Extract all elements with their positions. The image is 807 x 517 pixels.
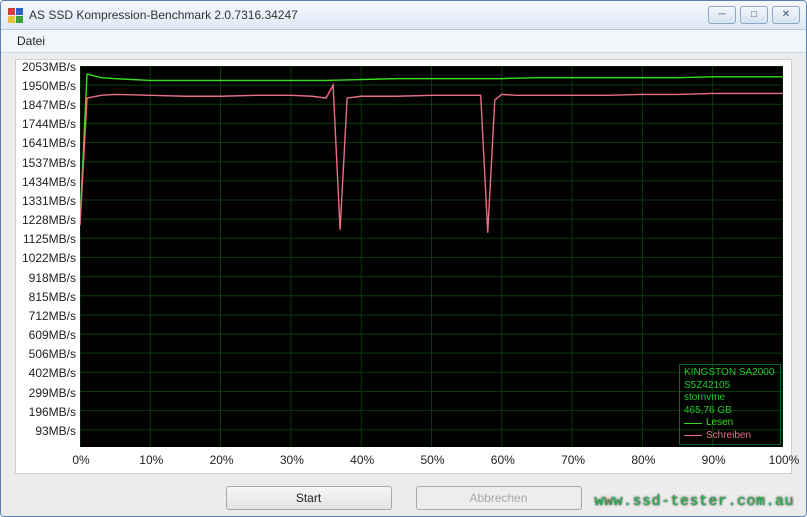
app-icon (7, 7, 23, 23)
x-tick-label: 80% (631, 453, 655, 467)
y-tick-label: 815MB/s (16, 290, 79, 304)
x-tick-label: 60% (491, 453, 515, 467)
menubar: Datei (1, 30, 806, 53)
legend-write-swatch (684, 435, 702, 436)
y-tick-label: 1331MB/s (16, 194, 79, 208)
x-tick-label: 30% (280, 453, 304, 467)
titlebar: AS SSD Kompression-Benchmark 2.0.7316.34… (1, 1, 806, 30)
y-tick-label: 1228MB/s (16, 213, 79, 227)
abort-button: Abbrechen (416, 486, 582, 510)
x-tick-label: 0% (72, 453, 89, 467)
x-tick-label: 90% (702, 453, 726, 467)
y-tick-label: 609MB/s (16, 328, 79, 342)
y-tick-label: 1125MB/s (16, 232, 79, 246)
legend-driver: stornvme (684, 392, 776, 405)
chart-svg (80, 66, 783, 447)
y-tick-label: 1537MB/s (16, 156, 79, 170)
window-title: AS SSD Kompression-Benchmark 2.0.7316.34… (29, 8, 708, 22)
legend-read-label: Lesen (706, 417, 733, 430)
start-button[interactable]: Start (226, 486, 392, 510)
y-tick-label: 1641MB/s (16, 136, 79, 150)
x-tick-label: 20% (210, 453, 234, 467)
y-tick-label: 196MB/s (16, 405, 79, 419)
menu-file[interactable]: Datei (11, 32, 51, 50)
y-tick-label: 299MB/s (16, 386, 79, 400)
legend-capacity: 465,76 GB (684, 405, 776, 418)
window-controls: ─ □ ✕ (708, 6, 800, 24)
app-window: AS SSD Kompression-Benchmark 2.0.7316.34… (0, 0, 807, 517)
y-tick-label: 1847MB/s (16, 98, 79, 112)
chart-panel: KINGSTON SA2000 S5Z42105 stornvme 465,76… (15, 59, 792, 474)
minimize-button[interactable]: ─ (708, 6, 736, 24)
y-tick-label: 1022MB/s (16, 251, 79, 265)
y-tick-label: 918MB/s (16, 271, 79, 285)
x-tick-label: 10% (139, 453, 163, 467)
chart-legend: KINGSTON SA2000 S5Z42105 stornvme 465,76… (679, 364, 781, 445)
x-tick-label: 40% (350, 453, 374, 467)
watermark: www.ssd-tester.com.au (594, 493, 794, 510)
y-tick-label: 93MB/s (16, 424, 79, 438)
y-tick-label: 1744MB/s (16, 117, 79, 131)
legend-read-swatch (684, 423, 702, 424)
legend-write-label: Schreiben (706, 430, 751, 443)
y-tick-label: 506MB/s (16, 347, 79, 361)
chart-plot: KINGSTON SA2000 S5Z42105 stornvme 465,76… (80, 66, 783, 447)
x-tick-label: 50% (420, 453, 444, 467)
maximize-button[interactable]: □ (740, 6, 768, 24)
x-tick-label: 100% (769, 453, 800, 467)
legend-firmware: S5Z42105 (684, 380, 776, 393)
y-tick-label: 1950MB/s (16, 79, 79, 93)
x-tick-label: 70% (561, 453, 585, 467)
y-tick-label: 2053MB/s (16, 60, 79, 74)
legend-device: KINGSTON SA2000 (684, 367, 776, 380)
y-tick-label: 1434MB/s (16, 175, 79, 189)
legend-read: Lesen (684, 417, 776, 430)
close-button[interactable]: ✕ (772, 6, 800, 24)
y-tick-label: 402MB/s (16, 366, 79, 380)
y-tick-label: 712MB/s (16, 309, 79, 323)
legend-write: Schreiben (684, 430, 776, 443)
